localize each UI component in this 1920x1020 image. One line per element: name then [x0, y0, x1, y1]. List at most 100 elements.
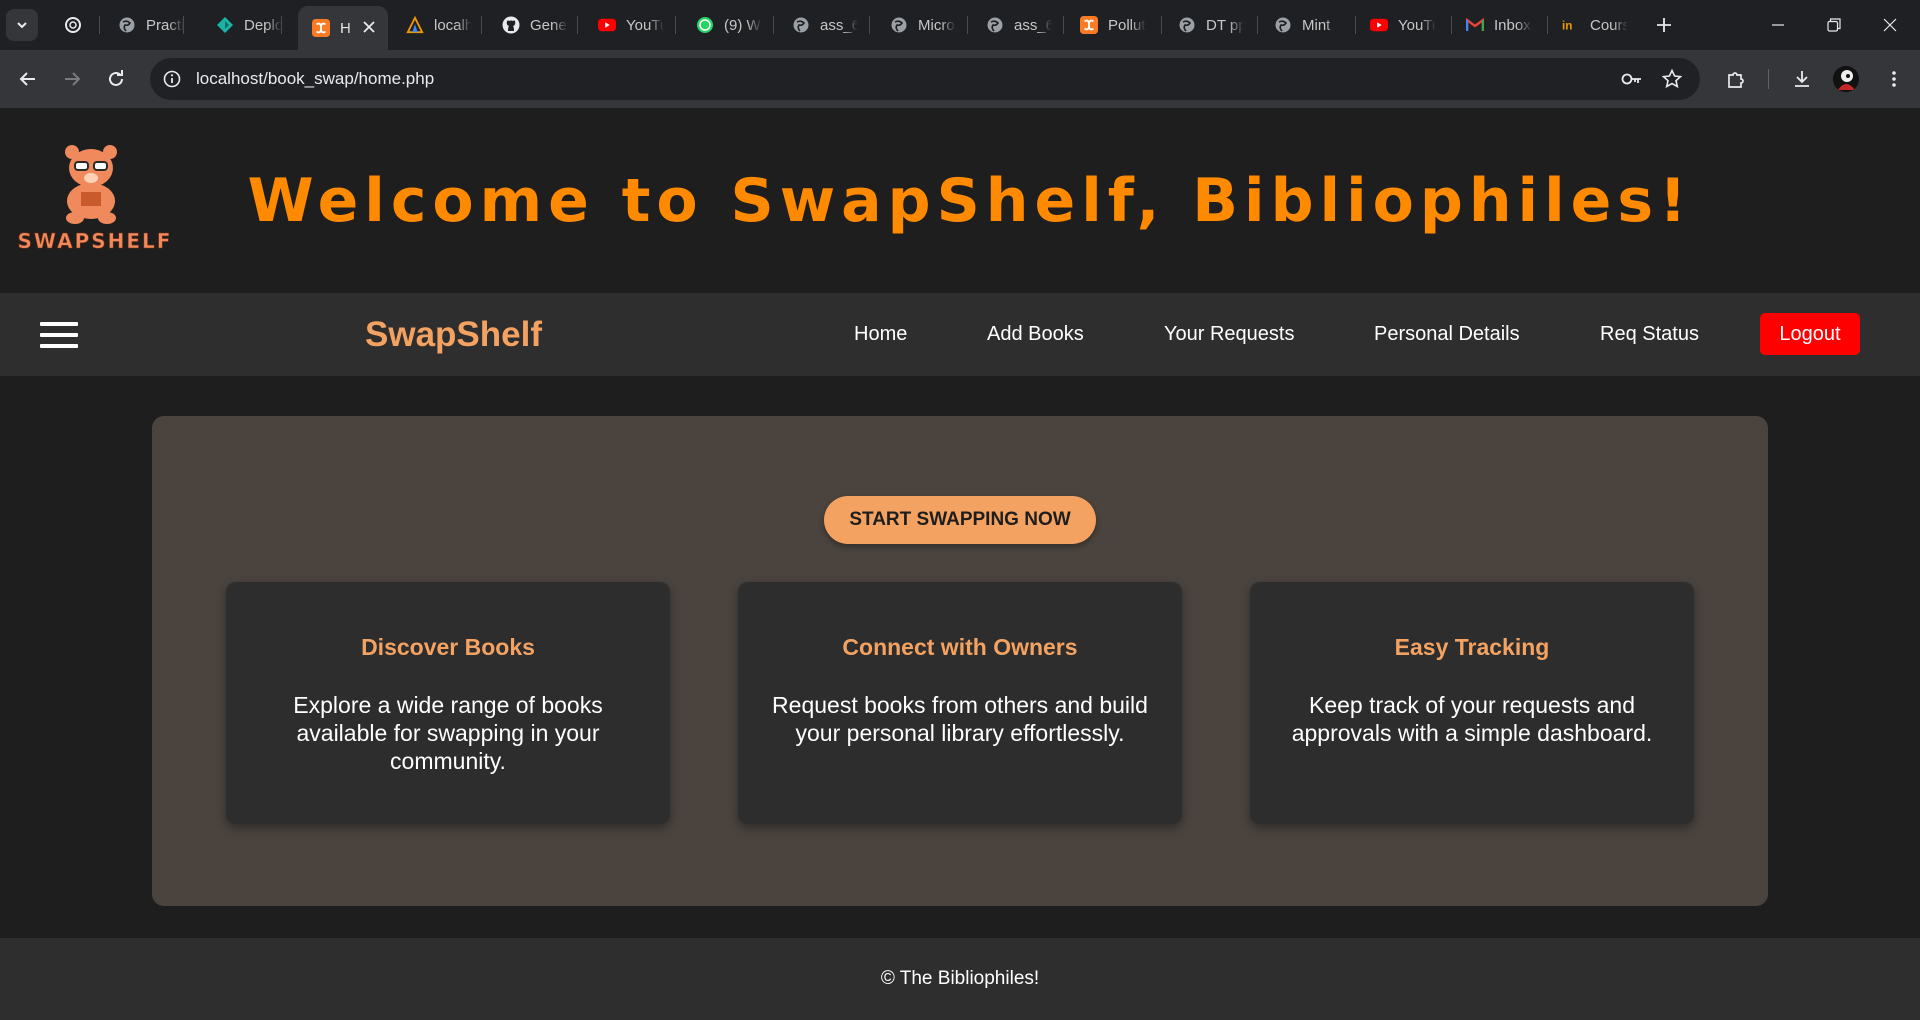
browser-tab[interactable]: Mint	[1260, 8, 1356, 42]
browser-tab[interactable]: Inbox	[1452, 8, 1548, 42]
tab-label: Pollut	[1108, 16, 1146, 34]
arrow-right-icon	[65, 72, 81, 86]
site-info-icon[interactable]	[160, 67, 184, 91]
downloads-button[interactable]	[1786, 63, 1818, 95]
browser-tab[interactable]: Gener	[488, 8, 578, 42]
coursera-icon: in	[1562, 16, 1580, 34]
page: SWAPSHELF Welcome to SwapShelf, Biblioph…	[0, 108, 1920, 1020]
address-bar[interactable]: localhost/book_swap/home.php	[150, 58, 1700, 100]
nav-link-your-requests[interactable]: Your Requests	[1164, 323, 1294, 346]
back-button[interactable]	[12, 63, 44, 95]
feature-card: Discover Books Explore a wide range of b…	[226, 582, 670, 824]
logo-wordmark: SWAPSHELF	[17, 229, 173, 252]
localhost-icon	[406, 16, 424, 34]
github-icon	[502, 16, 520, 34]
minimize-icon	[1772, 24, 1784, 26]
brand-name[interactable]: SwapShelf	[365, 315, 542, 355]
tab-close-icon[interactable]	[360, 18, 378, 36]
swapshelf-logo[interactable]: SWAPSHELF	[15, 138, 175, 258]
browser-tab[interactable]: localh	[392, 8, 482, 42]
tab-label: Practi	[146, 16, 184, 34]
whatsapp-icon	[696, 16, 714, 34]
globe-icon	[792, 16, 810, 34]
tab-label: Cours	[1590, 16, 1628, 34]
svg-text:in: in	[1562, 20, 1572, 33]
nav-link-personal-details[interactable]: Personal Details	[1374, 323, 1520, 346]
svg-text:SWAPSHELF: SWAPSHELF	[18, 229, 173, 252]
browser-tab[interactable]: ass_6	[778, 8, 870, 42]
puzzle-icon	[1728, 72, 1744, 88]
browser-tab-active[interactable]: H	[298, 6, 388, 50]
profile-avatar[interactable]	[1833, 66, 1859, 92]
bookmark-star-icon[interactable]	[1660, 67, 1684, 91]
extensions-button[interactable]	[1720, 63, 1752, 95]
close-window-button[interactable]	[1862, 0, 1918, 50]
tab-label: Deplo	[244, 16, 282, 34]
nav-link-req-status[interactable]: Req Status	[1600, 323, 1699, 346]
browser-tab[interactable]: (9) W	[682, 8, 774, 42]
youtube-icon	[598, 16, 616, 34]
browser-tab[interactable]: ass_6	[972, 8, 1064, 42]
toolbar-divider	[1768, 69, 1769, 89]
browser-tab[interactable]: Practi	[104, 8, 184, 42]
arrow-left-icon	[19, 72, 35, 86]
openai-icon	[64, 16, 82, 34]
feature-title: Connect with Owners	[842, 634, 1078, 660]
more-vertical-icon	[1892, 71, 1896, 87]
tab-search-button[interactable]	[6, 9, 38, 41]
feature-title: Discover Books	[361, 634, 535, 660]
tab-label: ass_6	[1014, 16, 1052, 34]
hamburger-menu-icon[interactable]	[40, 322, 78, 348]
reload-icon	[109, 70, 123, 86]
youtube-icon	[1370, 16, 1388, 34]
tab-label: Micro	[918, 16, 955, 34]
reload-button[interactable]	[100, 63, 132, 95]
restore-icon	[1827, 18, 1841, 32]
browser-tab[interactable]: Pollut	[1066, 8, 1162, 42]
browser-tab[interactable]	[50, 8, 100, 42]
plus-icon	[1657, 18, 1671, 32]
avatar-icon	[1833, 66, 1859, 92]
browser-tab[interactable]: Micro	[876, 8, 968, 42]
chevron-down-icon	[17, 22, 27, 29]
tab-label: localh	[434, 16, 472, 34]
browser-tab[interactable]: DT pp	[1164, 8, 1258, 42]
logout-button[interactable]: Logout	[1760, 313, 1860, 355]
forward-button[interactable]	[56, 63, 88, 95]
feature-card: Connect with Owners Request books from o…	[738, 582, 1182, 824]
tab-label: Mint	[1302, 16, 1331, 34]
site-footer: © The Bibliophiles!	[0, 938, 1920, 1020]
browser-tab[interactable]: YouTu	[1356, 8, 1452, 42]
nav-link-home[interactable]: Home	[854, 323, 907, 346]
tab-label: Gener	[530, 16, 568, 34]
feature-description: Explore a wide range of books available …	[293, 692, 603, 774]
browser-tab[interactable]: Deplo	[202, 8, 282, 42]
restore-button[interactable]	[1806, 0, 1862, 50]
globe-icon	[986, 16, 1004, 34]
hero-card: START SWAPPING NOW Discover Books Explor…	[152, 416, 1768, 906]
tab-label: H	[340, 19, 351, 37]
nav-link-add-books[interactable]: Add Books	[987, 323, 1084, 346]
globe-icon	[1274, 16, 1292, 34]
password-key-icon[interactable]	[1620, 67, 1644, 91]
browser-tabstrip: Practi Deplo H localh Gener YouTu (9) W …	[0, 0, 1920, 50]
url-text: localhost/book_swap/home.php	[196, 69, 435, 88]
browser-menu-button[interactable]	[1878, 63, 1910, 95]
start-swapping-button[interactable]: START SWAPPING NOW	[824, 496, 1096, 544]
feature-title: Easy Tracking	[1394, 634, 1550, 660]
tab-label: YouTu	[626, 16, 664, 34]
feature-description: Request books from others and build your…	[772, 692, 1148, 746]
globe-icon	[118, 16, 136, 34]
tab-label: DT pp	[1206, 16, 1244, 34]
browser-tab[interactable]: in Cours	[1548, 8, 1644, 42]
browser-toolbar: localhost/book_swap/home.php	[0, 50, 1920, 108]
browser-tab[interactable]: YouTu	[584, 8, 676, 42]
minimize-button[interactable]	[1750, 0, 1806, 50]
new-tab-button[interactable]	[1650, 11, 1678, 39]
site-header: SWAPSHELF Welcome to SwapShelf, Biblioph…	[0, 108, 1920, 293]
download-icon	[1795, 71, 1809, 87]
welcome-heading: Welcome to SwapShelf, Bibliophiles!	[247, 166, 1693, 236]
feature-description: Keep track of your requests and approval…	[1291, 692, 1653, 746]
tab-label: (9) W	[724, 16, 761, 34]
globe-icon	[1178, 16, 1196, 34]
